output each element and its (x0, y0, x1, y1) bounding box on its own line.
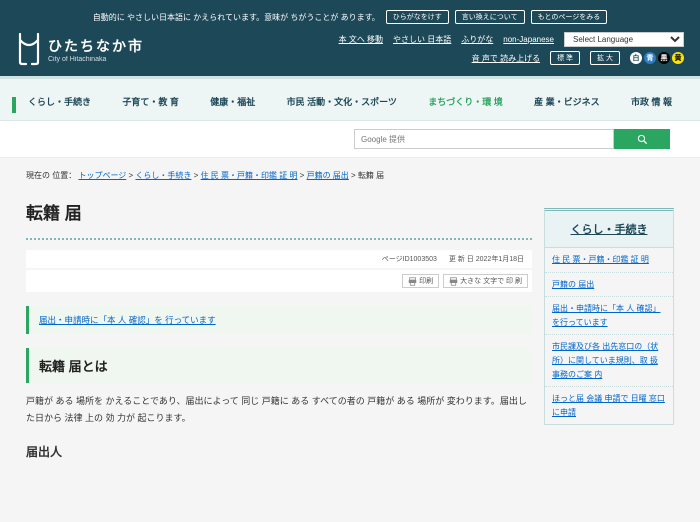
sidebar-nav: 住 民 票・戸籍・印鑑 証 明 戸籍の 届出 届出・申請時に「本 人 確認」を行… (544, 248, 674, 425)
hiragana-toggle[interactable]: ひらがなをけす (386, 10, 449, 24)
crumb-kurashi[interactable]: くらし・手続き (135, 171, 191, 180)
header-sub-links: 音 声で 読み上げる 標 準 拡 大 白 青 黒 黄 (472, 51, 684, 65)
page-meta: ページID1003503 更 新 日 2022年1月18日 (26, 250, 532, 268)
side-link-juminhyo[interactable]: 住 民 票・戸籍・印鑑 証 明 (552, 255, 649, 264)
original-page[interactable]: もとのページをみる (531, 10, 608, 24)
color-theme-white[interactable]: 白 (630, 52, 642, 64)
category-nav: くらし・手続き 子育て・教 育 健康・福祉 市民 活動・文化・スポーツ まちづく… (10, 79, 690, 120)
crumb-juminhyo[interactable]: 住 民 票・戸籍・印鑑 証 明 (201, 171, 298, 180)
search-input[interactable] (354, 129, 614, 149)
search-icon (637, 134, 648, 145)
nav-kenko[interactable]: 健康・福祉 (204, 95, 261, 108)
crumb-current: 転籍 届 (358, 171, 384, 180)
side-link-sunday[interactable]: ほっと届 会議 申請で 日曜 窓口に申請 (552, 394, 665, 417)
page-title: 転籍 届 (26, 199, 532, 224)
breadcrumb: 現在の 位置： トップページ > くらし・手続き > 住 民 票・戸籍・印鑑 証… (26, 164, 532, 187)
skip-to-content[interactable]: 本 文へ 移動 (339, 34, 383, 45)
rephrase-info[interactable]: 言い換えについて (455, 10, 525, 24)
search-button[interactable] (614, 129, 670, 149)
language-select[interactable]: Select Language (564, 32, 684, 47)
color-theme-yellow[interactable]: 黄 (672, 52, 684, 64)
nav-kosodate[interactable]: 子育て・教 育 (116, 95, 185, 108)
easy-japanese[interactable]: やさしい 日本語 (393, 34, 451, 45)
site-name-en: City of Hitachinaka (48, 56, 144, 63)
nav-machidukuri[interactable]: まちづくり・環 境 (422, 95, 509, 108)
nav-kurashi[interactable]: くらし・手続き (22, 95, 97, 108)
header-top-links: 本 文へ 移動 やさしい 日本語 ふりがな non-Japanese Selec… (339, 32, 684, 47)
announcement-bar: 自動的に やさしい日本語に かえられています。意味が ちがうことが あります。 … (16, 6, 684, 32)
notice-link[interactable]: 届出・申請時に「本 人 確認」を 行っています (39, 315, 216, 325)
color-theme-blue[interactable]: 青 (644, 52, 656, 64)
nav-sangyo[interactable]: 産 業・ビジネス (528, 95, 606, 108)
section-heading-what-is: 転籍 届とは (26, 348, 532, 383)
announce-text: 自動的に やさしい日本語に かえられています。意味が ちがうことが あります。 (93, 12, 380, 23)
side-link-koseki[interactable]: 戸籍の 届出 (552, 280, 594, 289)
non-japanese-link[interactable]: non-Japanese (503, 35, 554, 44)
printer-icon (449, 277, 458, 286)
side-link-madoguchi[interactable]: 市民課及び各 出先窓口の（状 所）に関していま規則、取 扱 事務のご案 内 (552, 342, 658, 378)
page-id: ページID1003503 (378, 254, 441, 264)
update-date: 更 新 日 2022年1月18日 (445, 254, 528, 264)
read-aloud[interactable]: 音 声で 読み上げる (472, 53, 540, 64)
side-link-honnin[interactable]: 届出・申請時に「本 人 確認」を行っています (552, 304, 660, 327)
logo-icon (16, 32, 42, 66)
site-logo[interactable]: ひたちなか市 City of Hitachinaka (16, 32, 144, 66)
crumb-koseki[interactable]: 戸籍の 届出 (307, 171, 349, 180)
printer-icon (408, 277, 417, 286)
large-print-button[interactable]: 大きな 文字で 印 刷 (443, 274, 528, 288)
font-standard[interactable]: 標 準 (550, 51, 580, 65)
sub-heading-notifier: 届出人 (26, 443, 532, 460)
print-button[interactable]: 印刷 (402, 274, 439, 288)
nav-shimin[interactable]: 市民 活動・文化・スポーツ (281, 95, 403, 108)
font-large[interactable]: 拡 大 (590, 51, 620, 65)
color-theme-black[interactable]: 黒 (658, 52, 670, 64)
site-name-jp: ひたちなか市 (48, 36, 144, 56)
notice-banner: 届出・申請時に「本 人 確認」を 行っています (26, 306, 532, 334)
body-text: 戸籍が ある 場所を かえることであり、届出によって 同じ 戸籍に ある すべて… (26, 391, 532, 429)
crumb-top[interactable]: トップページ (78, 171, 126, 180)
furigana-link[interactable]: ふりがな (461, 34, 493, 45)
sidebar-heading-link[interactable]: くらし・手続き (571, 224, 648, 236)
title-divider (26, 238, 532, 240)
sidebar-heading: くらし・手続き (544, 208, 674, 248)
nav-shisei[interactable]: 市政 情 報 (625, 95, 678, 108)
